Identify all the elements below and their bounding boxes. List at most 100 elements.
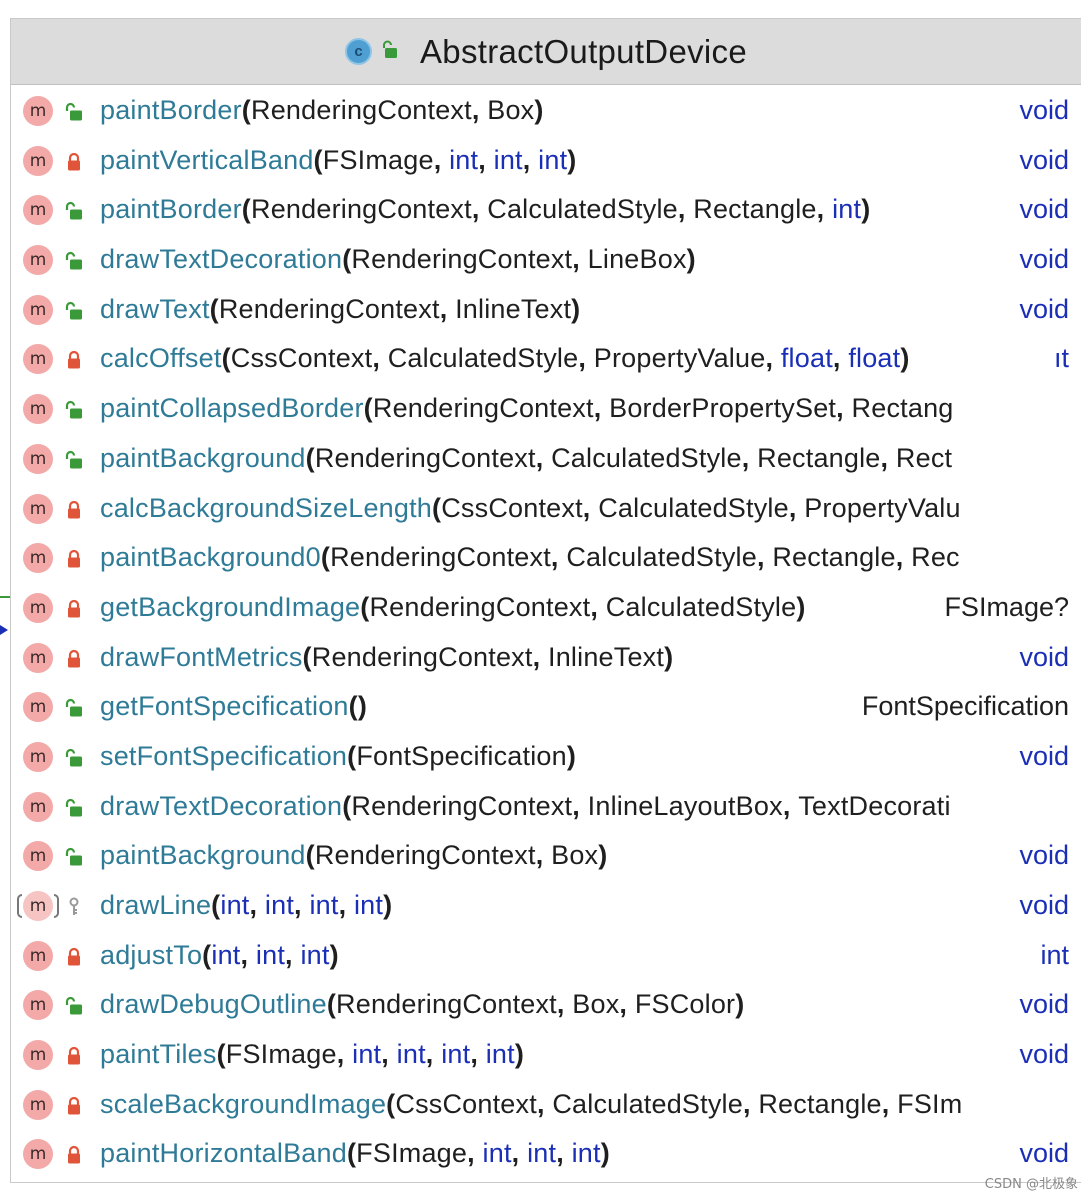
param-type: int	[264, 890, 295, 920]
method-row[interactable]: m drawLine(int, int, int, int) void	[11, 881, 1081, 931]
class-diagram-node[interactable]: c AbstractOutputDevice m paintBorder(Rend…	[10, 18, 1081, 1183]
method-row[interactable]: m paintHorizontalBand(FSImage, int, int, …	[11, 1129, 1081, 1179]
paren-open: (	[386, 1088, 396, 1119]
method-signature: paintBackground(RenderingContext, Box)	[100, 838, 607, 872]
param-separator: ,	[582, 492, 599, 523]
return-type: void	[1013, 838, 1069, 873]
method-signature: drawTextDecoration(RenderingContext, Lin…	[100, 242, 696, 276]
paren-open: (	[348, 691, 358, 722]
method-signature: drawFontMetrics(RenderingContext, Inline…	[100, 640, 673, 674]
method-row[interactable]: m getFontSpecification() FontSpecification	[11, 682, 1081, 732]
method-icon: m	[23, 1040, 53, 1071]
param-type: int	[220, 890, 250, 920]
method-icon: m	[23, 1139, 53, 1170]
method-row[interactable]: m calcOffset(CssContext, CalculatedStyle,…	[11, 334, 1081, 384]
method-icon: m	[23, 741, 53, 772]
method-signature: drawDebugOutline(RenderingContext, Box, …	[100, 987, 744, 1021]
method-row[interactable]: m calcBackgroundSizeLength(CssContext, Ca…	[11, 484, 1081, 534]
param-type: CalculatedStyle	[387, 343, 579, 374]
class-header[interactable]: c AbstractOutputDevice	[11, 19, 1081, 85]
param-separator: ,	[372, 343, 388, 374]
paren-close: )	[735, 989, 745, 1020]
diagram-arrowhead	[0, 625, 8, 635]
method-row[interactable]: m paintVerticalBand(FSImage, int, int, in…	[11, 136, 1081, 186]
method-signature: drawText(RenderingContext, InlineText)	[100, 292, 580, 326]
method-row[interactable]: m scaleBackgroundImage(CssContext, Calcul…	[11, 1080, 1081, 1130]
paren-close: )	[796, 591, 806, 622]
paren-close: )	[514, 1039, 525, 1070]
param-separator: ,	[788, 492, 805, 523]
open-lock-icon	[65, 996, 83, 1015]
param-type: CalculatedStyle	[598, 492, 789, 523]
method-name: paintBorder	[100, 194, 242, 225]
method-signature: paintBorder(RenderingContext, Calculated…	[100, 192, 870, 226]
return-type: void	[1013, 192, 1069, 227]
method-icon: m	[23, 592, 53, 623]
method-row[interactable]: m drawDebugOutline(RenderingContext, Box,…	[11, 980, 1081, 1030]
param-type: int	[485, 1039, 515, 1070]
lock-icon	[65, 947, 83, 966]
paren-open: (	[305, 442, 315, 473]
param-separator: ,	[336, 1039, 353, 1070]
paren-open: (	[432, 492, 442, 523]
method-row[interactable]: m drawTextDecoration(RenderingContext, In…	[11, 782, 1081, 832]
param-type: RenderingContext	[314, 442, 536, 473]
diagram-edge-line	[0, 596, 10, 598]
method-signature: paintBackground(RenderingContext, Calcul…	[100, 441, 952, 475]
paren-open: (	[302, 641, 312, 672]
param-type: int	[441, 1039, 471, 1070]
method-row[interactable]: m paintBackground(RenderingContext, Calcu…	[11, 434, 1081, 484]
param-separator: ,	[741, 442, 758, 473]
param-type: FontSpecification	[356, 740, 567, 771]
param-separator: ,	[240, 939, 256, 970]
method-row[interactable]: m paintBackground0(RenderingContext, Calc…	[11, 533, 1081, 583]
open-lock-icon	[65, 698, 83, 717]
method-row[interactable]: m paintBorder(RenderingContext, Calculate…	[11, 185, 1081, 235]
method-list: m paintBorder(RenderingContext, Box) void m…	[11, 86, 1081, 1179]
method-icon: m	[23, 841, 53, 872]
paren-open: (	[347, 740, 357, 771]
method-row[interactable]: m paintBackground(RenderingContext, Box) v…	[11, 831, 1081, 881]
param-type: Rectangle	[772, 542, 896, 573]
method-row[interactable]: m getBackgroundImage(RenderingContext, Ca…	[11, 583, 1081, 633]
return-type: void	[1013, 242, 1069, 277]
method-row[interactable]: m setFontSpecification(FontSpecification)…	[11, 732, 1081, 782]
lock-icon	[65, 152, 83, 171]
param-type: int	[538, 144, 568, 175]
return-type: void	[1013, 987, 1069, 1022]
method-row[interactable]: m drawTextDecoration(RenderingContext, Li…	[11, 235, 1081, 285]
method-row[interactable]: m drawFontMetrics(RenderingContext, Inlin…	[11, 633, 1081, 683]
method-row[interactable]: m adjustTo(int, int, int) int	[11, 931, 1081, 981]
param-type: CalculatedStyle	[551, 442, 742, 473]
param-separator: ,	[782, 790, 799, 821]
method-icon: m	[23, 791, 53, 822]
lock-icon	[65, 350, 83, 369]
method-row[interactable]: m paintBorder(RenderingContext, Box) void	[11, 86, 1081, 136]
method-row[interactable]: m paintCollapsedBorder(RenderingContext, …	[11, 384, 1081, 434]
lock-icon	[65, 599, 83, 618]
paren-close: )	[571, 293, 581, 324]
method-signature: paintTiles(FSImage, int, int, int, int)	[100, 1037, 524, 1071]
paren-close: )	[329, 939, 339, 970]
method-row[interactable]: m drawText(RenderingContext, InlineText) v…	[11, 285, 1081, 335]
return-type: void	[1013, 291, 1069, 326]
paren-open: (	[363, 393, 373, 424]
method-signature: paintBorder(RenderingContext, Box)	[100, 93, 544, 127]
param-type: int	[353, 890, 384, 920]
method-name: paintCollapsedBorder	[100, 393, 364, 424]
param-separator: ,	[572, 790, 588, 821]
param-type: CalculatedStyle	[487, 194, 678, 225]
param-type: Rec	[911, 542, 960, 573]
param-separator: ,	[433, 144, 450, 175]
method-name: paintTiles	[100, 1039, 217, 1070]
param-separator: ,	[532, 641, 548, 672]
param-type: RenderingContext	[351, 244, 573, 275]
method-row[interactable]: m paintTiles(FSImage, int, int, int, int)…	[11, 1030, 1081, 1080]
param-type: Rectangle	[693, 194, 817, 225]
return-type: void	[1013, 738, 1069, 773]
lock-icon	[65, 549, 83, 568]
method-icon: m	[23, 394, 53, 425]
paren-open: (	[221, 343, 231, 374]
param-separator: ,	[471, 194, 488, 225]
param-separator: ,	[381, 1039, 397, 1070]
